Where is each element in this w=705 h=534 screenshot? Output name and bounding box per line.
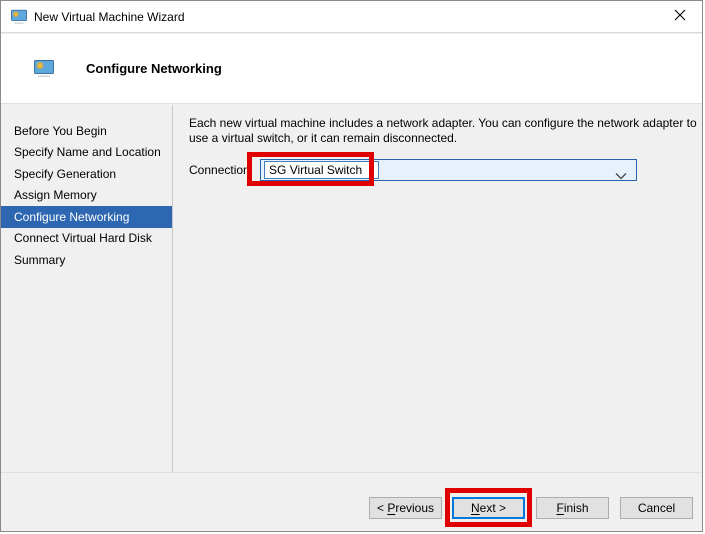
page-content: Each new virtual machine includes a netw… xyxy=(173,105,702,472)
connection-label: Connection: xyxy=(189,163,253,177)
wizard-header: Configure Networking xyxy=(1,34,702,104)
new-vm-wizard-window: New Virtual Machine Wizard Conf xyxy=(0,0,703,532)
sidebar-item-summary[interactable]: Summary xyxy=(1,249,172,271)
close-icon xyxy=(674,9,686,24)
button-bar: < Previous Next > Finish Cancel xyxy=(1,472,702,531)
page-title: Configure Networking xyxy=(86,61,222,76)
sidebar-item-configure-networking[interactable]: Configure Networking xyxy=(1,206,172,228)
connection-row: Connection: SG Virtual Switch xyxy=(189,159,702,181)
window-title: New Virtual Machine Wizard xyxy=(34,10,185,24)
wizard-steps-sidebar: Before You Begin Specify Name and Locati… xyxy=(1,105,173,472)
connection-selected-value: SG Virtual Switch xyxy=(264,161,379,179)
vm-wizard-icon xyxy=(11,9,27,25)
sidebar-item-specify-name-and-location[interactable]: Specify Name and Location xyxy=(1,142,172,164)
sidebar-item-assign-memory[interactable]: Assign Memory xyxy=(1,185,172,207)
next-button[interactable]: Next > xyxy=(452,497,525,519)
chevron-down-icon xyxy=(615,167,627,185)
sidebar-item-before-you-begin[interactable]: Before You Begin xyxy=(1,120,172,142)
wizard-body: Before You Begin Specify Name and Locati… xyxy=(1,105,702,472)
close-button[interactable] xyxy=(657,1,702,32)
sidebar-item-specify-generation[interactable]: Specify Generation xyxy=(1,163,172,185)
sidebar-item-connect-virtual-hard-disk[interactable]: Connect Virtual Hard Disk xyxy=(1,228,172,250)
description-text: Each new virtual machine includes a netw… xyxy=(189,116,701,145)
connection-dropdown[interactable]: SG Virtual Switch xyxy=(260,159,637,181)
vm-wizard-icon xyxy=(34,60,54,78)
cancel-button[interactable]: Cancel xyxy=(620,497,693,519)
finish-button[interactable]: Finish xyxy=(536,497,609,519)
previous-button[interactable]: < Previous xyxy=(369,497,442,519)
titlebar: New Virtual Machine Wizard xyxy=(1,1,702,33)
